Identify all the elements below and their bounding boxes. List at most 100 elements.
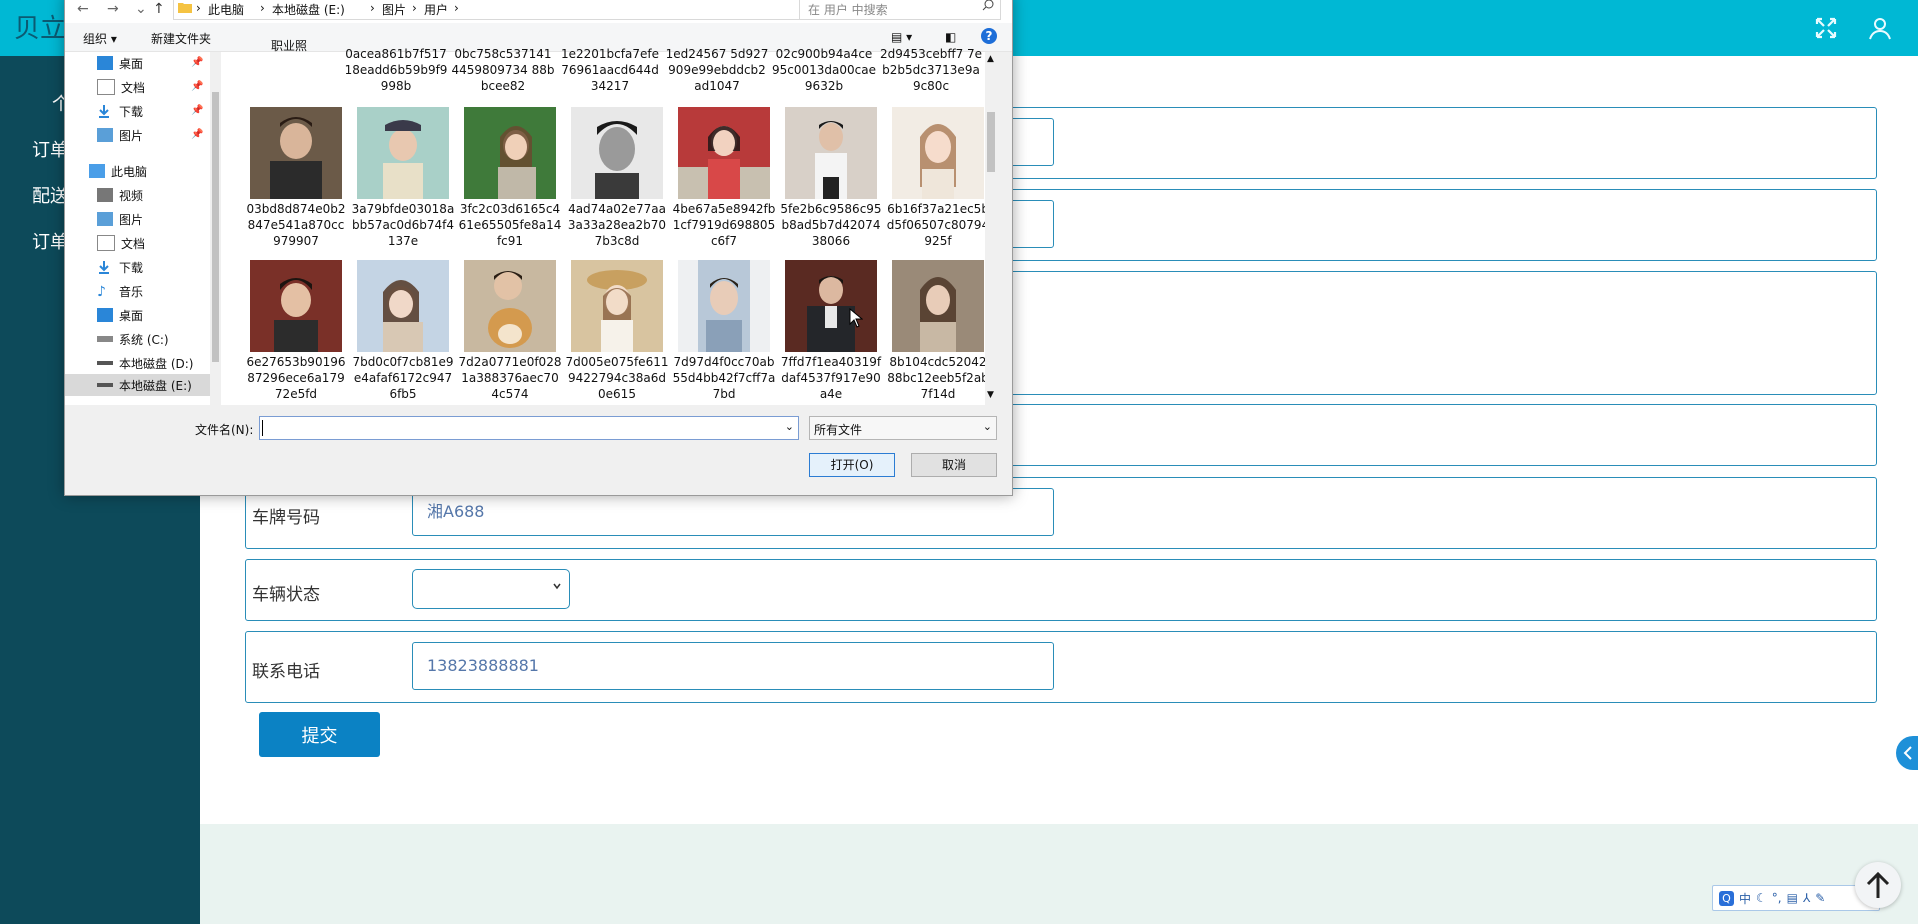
chevron-down-icon[interactable]: ⌄ bbox=[135, 1, 147, 17]
drive-c-icon bbox=[97, 336, 113, 342]
image-thumbnail bbox=[571, 260, 663, 352]
file-name: 5fe2b6c9586c95b8ad5b7d4207438066 bbox=[780, 202, 882, 248]
ime-tool-icon[interactable]: ⅄ bbox=[1803, 891, 1810, 905]
forward-icon[interactable]: → bbox=[107, 1, 119, 17]
ime-punctuation-icon[interactable]: °, bbox=[1772, 891, 1782, 905]
chevron-right-icon: › bbox=[454, 1, 459, 15]
organize-button[interactable]: 组织 ▾ bbox=[83, 30, 117, 47]
nav-item-downloads[interactable]: 下载 bbox=[97, 100, 143, 122]
image-thumbnail bbox=[250, 260, 342, 352]
file-tile[interactable]: 0bc758c5371414459809734 88bbcee82 bbox=[451, 44, 555, 94]
breadcrumb[interactable]: › 此电脑 › 本地磁盘 (E:) › 图片 › 用户 › ⌄ ↻ bbox=[173, 0, 835, 20]
file-tile[interactable]: 6e27653b9019687296ece6a17972e5fd bbox=[244, 260, 348, 402]
open-button[interactable]: 打开(O) bbox=[809, 453, 895, 477]
file-name: 职业照 bbox=[270, 39, 307, 53]
search-input[interactable]: 在 用户 中搜索 bbox=[799, 0, 1001, 20]
ime-moon-icon[interactable]: ☾ bbox=[1756, 891, 1767, 905]
file-tile[interactable]: 1e2201bcfa7efe76961aacd644d34217 bbox=[558, 44, 662, 94]
nav-item-documents-2[interactable]: 文档 bbox=[97, 232, 145, 254]
nav-item-pictures-2[interactable]: 图片 bbox=[97, 208, 143, 230]
breadcrumb-item[interactable]: 图片 bbox=[382, 1, 406, 18]
nav-item-pictures[interactable]: 图片 bbox=[97, 124, 143, 146]
status-select[interactable] bbox=[412, 569, 570, 609]
file-list-scrollbar[interactable]: ▲ ▼ bbox=[985, 52, 997, 405]
up-folder-icon[interactable]: ↑ bbox=[153, 1, 165, 17]
image-thumbnail bbox=[678, 107, 770, 199]
file-name: 0bc758c5371414459809734 88bbcee82 bbox=[451, 47, 555, 93]
file-tile[interactable]: 7ffd7f1ea40319fdaf4537f917e90a4e bbox=[779, 260, 883, 402]
file-tile[interactable]: 7bd0c0f7cb81e9e4afaf6172c9476fb5 bbox=[351, 260, 455, 402]
file-tile[interactable]: 4be67a5e8942fb1cf7919d698805c6f7 bbox=[672, 107, 776, 249]
nav-item-desktop[interactable]: 桌面 bbox=[97, 52, 143, 74]
nav-item-videos[interactable]: 视频 bbox=[97, 184, 143, 206]
nav-item-drive-e[interactable]: 本地磁盘 (E:) bbox=[65, 374, 210, 396]
file-list: 职业照 0acea861b7f51718eadd6b59b9f9998b 0bc… bbox=[221, 39, 997, 405]
file-tile[interactable]: 03bd8d874e0b2847e541a870cc979907 bbox=[244, 107, 348, 249]
filename-input[interactable]: ⌄ bbox=[259, 416, 799, 440]
file-tile[interactable]: 8b104cdc5204288bc12eeb5f2ab7f14d bbox=[886, 260, 990, 402]
nav-item-drive-c[interactable]: 系统 (C:) bbox=[97, 328, 169, 350]
new-folder-button[interactable]: 新建文件夹 bbox=[151, 30, 211, 47]
file-name: 6b16f37a21ec5bd5f06507c80794925f bbox=[886, 202, 990, 248]
back-to-top-button[interactable] bbox=[1855, 862, 1901, 908]
filetype-select[interactable]: 所有文件 ⌄ bbox=[809, 416, 997, 440]
download-icon bbox=[97, 104, 113, 118]
user-icon[interactable] bbox=[1866, 14, 1894, 42]
view-options-icon[interactable]: ▤ ▾ bbox=[891, 30, 912, 44]
chevron-left-icon bbox=[1903, 746, 1912, 760]
file-list-scrollbar-thumb[interactable] bbox=[987, 112, 995, 172]
file-tile[interactable]: 3a79bfde03018abb57ac0d6b74f4137e bbox=[351, 107, 455, 249]
nav-item-music[interactable]: ♪ 音乐 bbox=[97, 280, 143, 302]
file-tile[interactable]: 0acea861b7f51718eadd6b59b9f9998b bbox=[344, 44, 448, 94]
file-tile[interactable]: 7d005e075fe6119422794c38a6d0e615 bbox=[565, 260, 669, 402]
file-tile[interactable]: 1ed24567 5d927909e99ebddcb2ad1047 bbox=[665, 44, 769, 94]
nav-item-downloads-2[interactable]: 下载 bbox=[97, 256, 143, 278]
file-tile[interactable]: 02c900b94a4ce95c0013da00cae9632b bbox=[772, 44, 876, 94]
nav-item-desktop-2[interactable]: 桌面 bbox=[97, 304, 143, 326]
ime-keyboard-icon[interactable]: ▤ bbox=[1787, 891, 1798, 905]
file-tile[interactable]: 6b16f37a21ec5bd5f06507c80794925f bbox=[886, 107, 990, 249]
file-tile[interactable]: 7d2a0771e0f0281a388376aec704c574 bbox=[458, 260, 562, 402]
sidebar-item-orders[interactable]: 订单 bbox=[32, 136, 68, 162]
preview-pane-icon[interactable]: ◧ bbox=[945, 30, 956, 44]
nav-scrollbar-thumb[interactable] bbox=[212, 92, 219, 362]
file-tile[interactable]: 4ad74a02e77aa3a33a28ea2b707b3c8d bbox=[565, 107, 669, 249]
nav-item-drive-d[interactable]: 本地磁盘 (D:) bbox=[97, 352, 193, 374]
download-icon bbox=[97, 260, 113, 274]
scroll-down-icon[interactable]: ▼ bbox=[987, 390, 994, 400]
file-tile[interactable]: 3fc2c03d6165c461e65505fe8a14fc91 bbox=[458, 107, 562, 249]
nav-scrollbar[interactable] bbox=[210, 52, 221, 405]
filename-label: 文件名(N): bbox=[195, 423, 254, 437]
collapse-panel-button[interactable] bbox=[1896, 736, 1918, 770]
phone-input[interactable]: 13823888881 bbox=[412, 642, 1054, 690]
form-row-phone: 联系电话 13823888881 bbox=[245, 631, 1877, 703]
pin-icon: 📌 bbox=[191, 129, 204, 140]
breadcrumb-item[interactable]: 本地磁盘 (E:) bbox=[272, 1, 345, 18]
file-tile[interactable]: 7d97d4f0cc70ab55d4bb42f7cff7a7bd bbox=[672, 260, 776, 402]
help-icon[interactable]: ? bbox=[981, 28, 997, 44]
file-open-dialog: ← → ⌄ ↑ › 此电脑 › 本地磁盘 (E:) › 图片 › 用户 › ⌄ … bbox=[64, 0, 1013, 496]
file-tile[interactable]: 职业照 bbox=[237, 36, 341, 54]
breadcrumb-item[interactable]: 此电脑 bbox=[208, 1, 244, 18]
ime-settings-icon[interactable]: ✎ bbox=[1815, 891, 1825, 905]
chevron-right-icon: › bbox=[196, 1, 201, 15]
nav-item-documents[interactable]: 文档 bbox=[97, 76, 145, 98]
nav-item-this-pc[interactable]: 此电脑 bbox=[89, 160, 147, 182]
scroll-up-icon[interactable]: ▲ bbox=[987, 54, 994, 64]
file-tile[interactable]: 2d9453cebff7 7eb2b5dc3713e9a9c80c bbox=[879, 44, 983, 94]
chevron-down-icon[interactable]: ⌄ bbox=[785, 420, 794, 433]
image-thumbnail bbox=[892, 260, 984, 352]
sidebar-item-orders-2[interactable]: 订单 bbox=[32, 228, 68, 254]
chevron-right-icon: › bbox=[370, 1, 375, 15]
sidebar-item-delivery[interactable]: 配送 bbox=[32, 182, 68, 208]
breadcrumb-item[interactable]: 用户 bbox=[424, 1, 448, 18]
file-tile[interactable]: 5fe2b6c9586c95b8ad5b7d4207438066 bbox=[779, 107, 883, 249]
ime-mode-indicator[interactable]: 中 bbox=[1739, 890, 1751, 907]
submit-button[interactable]: 提交 bbox=[259, 712, 380, 757]
fullscreen-icon[interactable] bbox=[1812, 14, 1840, 42]
document-icon bbox=[97, 79, 115, 95]
cancel-button[interactable]: 取消 bbox=[911, 453, 997, 477]
nav-item-label: 本地磁盘 (D:) bbox=[119, 356, 194, 371]
back-icon[interactable]: ← bbox=[77, 1, 89, 17]
image-thumbnail bbox=[785, 260, 877, 352]
